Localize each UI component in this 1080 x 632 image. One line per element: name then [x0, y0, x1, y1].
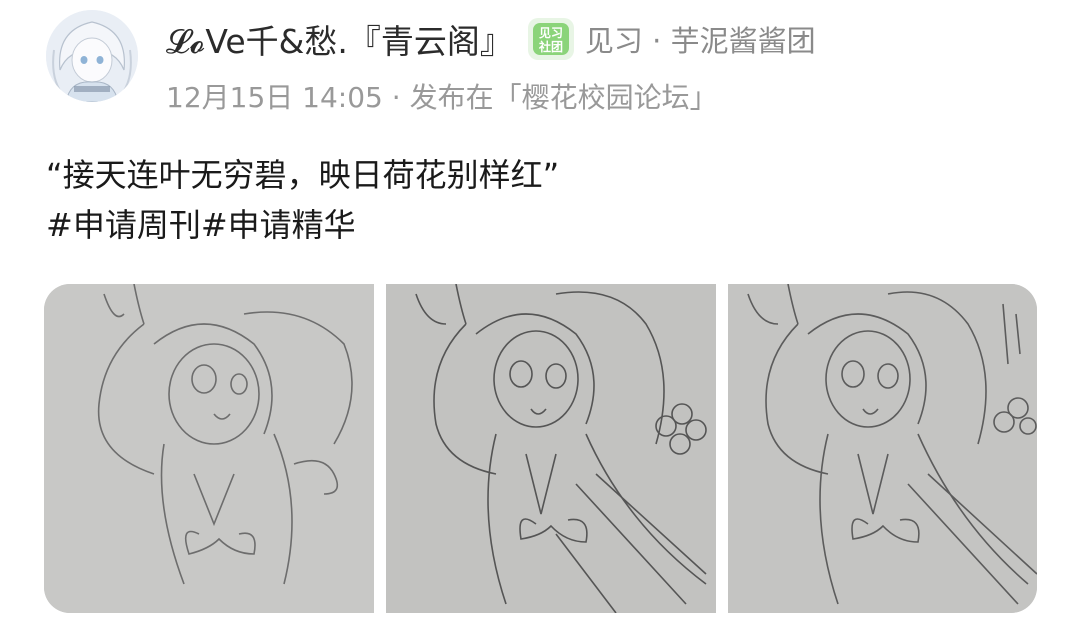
photo-3[interactable] [728, 284, 1037, 613]
tag-featured[interactable]: #申请精华 [201, 206, 356, 244]
tag-list: #申请周刊#申请精华 [46, 200, 559, 250]
post-content: “接天连叶无穷碧，映日荷花别样红” #申请周刊#申请精华 [46, 150, 559, 250]
meta-separator: · [382, 81, 410, 114]
tag-weekly[interactable]: #申请周刊 [46, 206, 201, 244]
club-name[interactable]: 见习 · 芋泥酱酱团 [585, 18, 816, 60]
photo-2[interactable] [386, 284, 716, 613]
svg-text:见习: 见习 [539, 26, 563, 40]
post-date: 12月15日 14:05 [166, 81, 383, 114]
svg-text:社团: 社团 [538, 39, 563, 54]
author-name[interactable]: 𝓛𝓸Ve千&愁.『青云阁』 [166, 15, 513, 63]
photo-grid [44, 284, 1037, 613]
avatar[interactable] [46, 10, 138, 102]
photo-1[interactable] [44, 284, 374, 613]
post-meta: 12月15日 14:05 · 发布在「樱花校园论坛」 [166, 76, 718, 116]
club-badge-icon[interactable]: 见习 社团 [525, 16, 577, 62]
post-text: “接天连叶无穷碧，映日荷花别样红” [46, 156, 560, 194]
forum-link[interactable]: 发布在「樱花校园论坛」 [410, 81, 718, 114]
